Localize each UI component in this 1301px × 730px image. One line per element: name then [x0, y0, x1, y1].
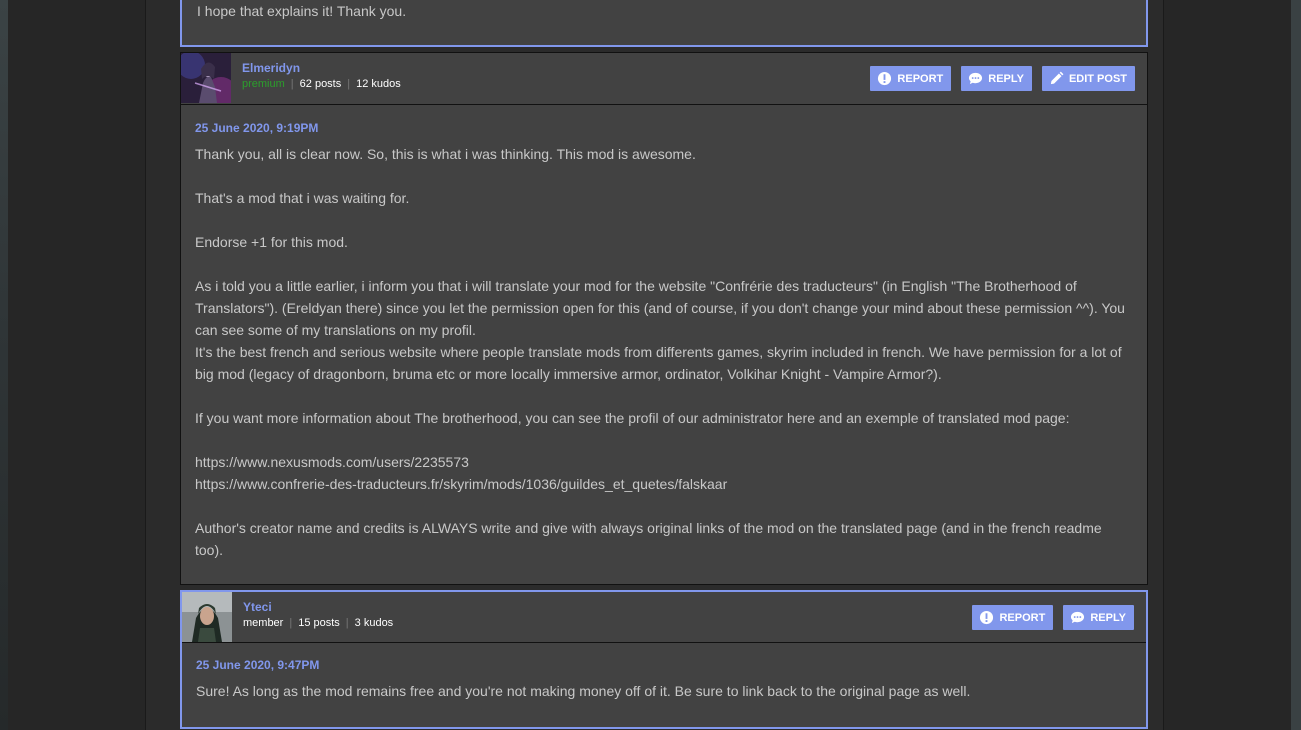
post-date[interactable]: 25 June 2020, 9:47PM — [196, 658, 1132, 672]
author-kudos[interactable]: 3 kudos — [355, 617, 394, 629]
comment-post-yteci: Yteci member | 15 posts | 3 kudos REPORT REP… — [180, 590, 1148, 729]
report-button[interactable]: REPORT — [972, 605, 1054, 630]
post-header: Yteci member | 15 posts | 3 kudos REPORT REP… — [182, 592, 1146, 643]
post-actions: REPORT REPLY — [972, 605, 1134, 630]
post-links[interactable]: https://www.nexusmods.com/users/2235573 … — [195, 451, 1133, 495]
pencil-icon — [1050, 71, 1064, 85]
post-paragraph: Endorse +1 for this mod. — [195, 234, 348, 250]
author-post-count[interactable]: 15 posts — [298, 617, 340, 629]
post-paragraph: That's a mod that i was waiting for. — [195, 190, 410, 206]
avatar[interactable] — [181, 53, 231, 103]
speech-bubble-icon — [969, 72, 983, 85]
reply-label: REPLY — [988, 72, 1024, 85]
author-meta: member | 15 posts | 3 kudos — [243, 617, 393, 629]
meta-divider: | — [289, 617, 293, 629]
meta-divider: | — [290, 78, 294, 90]
avatar[interactable] — [182, 592, 232, 642]
page-background-left — [0, 0, 145, 730]
comment-post-elmeridyn: Elmeridyn premium | 62 posts | 12 kudos REPO… — [180, 52, 1148, 585]
post-header: Elmeridyn premium | 62 posts | 12 kudos REPO… — [181, 53, 1147, 105]
author-name[interactable]: Elmeridyn — [242, 61, 300, 75]
author-kudos[interactable]: 12 kudos — [356, 78, 401, 90]
author-meta: premium | 62 posts | 12 kudos — [242, 78, 401, 90]
author-name[interactable]: Yteci — [243, 600, 272, 614]
report-button[interactable]: REPORT — [870, 66, 952, 91]
post-paragraph: If you want more information about The b… — [195, 410, 1070, 426]
author-rank: premium — [242, 78, 285, 90]
post-paragraph: Thank you, all is clear now. So, this is… — [195, 146, 696, 162]
meta-divider: | — [347, 78, 351, 90]
post-paragraph: Sure! As long as the mod remains free an… — [196, 683, 971, 699]
speech-bubble-icon — [1071, 611, 1085, 624]
reply-label: REPLY — [1090, 611, 1126, 624]
page-background-right — [1164, 0, 1301, 730]
report-label: REPORT — [897, 72, 944, 85]
reply-button[interactable]: REPLY — [1063, 605, 1134, 630]
post-body: 25 June 2020, 9:19PM Thank you, all is c… — [195, 121, 1133, 561]
post-body: 25 June 2020, 9:47PM Sure! As long as th… — [196, 658, 1132, 702]
author-post-count[interactable]: 62 posts — [300, 78, 342, 90]
author-rank: member — [243, 617, 284, 629]
reply-button[interactable]: REPLY — [961, 66, 1032, 91]
previous-post-text: I hope that explains it! Thank you. — [197, 3, 407, 19]
previous-post: I hope that explains it! Thank you. — [180, 0, 1148, 47]
post-paragraph: Author's creator name and credits is ALW… — [195, 520, 1106, 558]
post-date[interactable]: 25 June 2020, 9:19PM — [195, 121, 1133, 135]
meta-divider: | — [345, 617, 349, 629]
report-label: REPORT — [999, 611, 1046, 624]
alert-icon — [980, 610, 994, 625]
edit-post-label: EDIT POST — [1068, 72, 1127, 85]
edit-post-button[interactable]: EDIT POST — [1041, 66, 1135, 91]
post-paragraph: As i told you a little earlier, i inform… — [195, 278, 1125, 382]
post-actions: REPORT REPLY EDIT POST — [870, 66, 1135, 91]
alert-icon — [878, 71, 892, 86]
